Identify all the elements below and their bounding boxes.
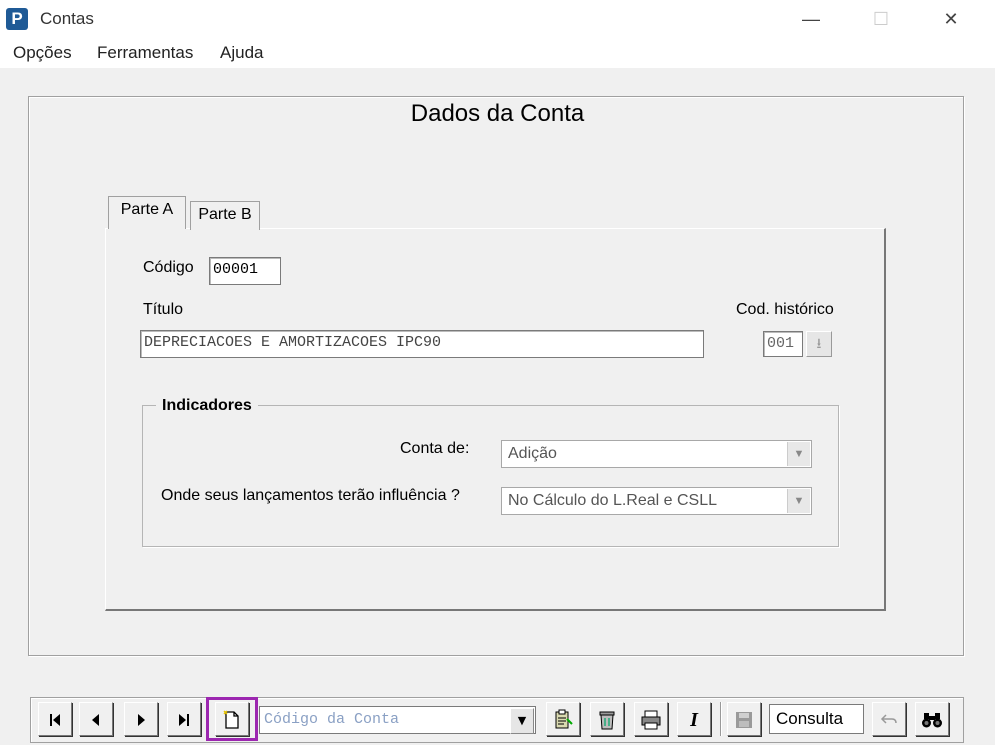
menu-opcoes[interactable]: Opções bbox=[13, 43, 72, 63]
influencia-select[interactable]: No Cálculo do L.Real e CSLL ▼ bbox=[501, 487, 812, 515]
codigo-input[interactable]: 00001 bbox=[209, 257, 281, 285]
delete-record-button[interactable] bbox=[590, 702, 624, 736]
save-icon bbox=[736, 712, 752, 728]
indicadores-groupbox bbox=[142, 405, 839, 547]
undo-button[interactable] bbox=[872, 702, 906, 736]
influencia-label: Onde seus lançamentos terão influência ? bbox=[161, 487, 460, 504]
menu-ferramentas[interactable]: Ferramentas bbox=[97, 43, 193, 63]
minimize-button[interactable]: — bbox=[788, 0, 834, 38]
undo-icon bbox=[880, 714, 897, 724]
chevron-down-icon[interactable]: ▼ bbox=[510, 708, 534, 734]
conta-de-label: Conta de: bbox=[400, 440, 470, 457]
edit-record-button[interactable] bbox=[546, 702, 580, 736]
printer-icon bbox=[641, 710, 661, 730]
save-button[interactable] bbox=[727, 702, 761, 736]
print-button[interactable] bbox=[634, 702, 668, 736]
next-record-button[interactable] bbox=[124, 702, 158, 736]
tab-parte-b[interactable]: Parte B bbox=[190, 201, 260, 230]
titulo-label: Título bbox=[143, 301, 184, 318]
trash-icon bbox=[599, 711, 615, 730]
cod-historico-label: Cod. histórico bbox=[736, 301, 834, 318]
last-icon bbox=[179, 714, 189, 726]
first-icon bbox=[50, 714, 60, 726]
toolbar-separator bbox=[720, 702, 722, 736]
conta-de-select[interactable]: Adição ▼ bbox=[501, 440, 812, 468]
last-record-button[interactable] bbox=[167, 702, 201, 736]
clipboard-icon bbox=[555, 709, 573, 729]
codigo-label: Código bbox=[143, 259, 194, 276]
title-bar: P Contas — ☐ ✕ bbox=[0, 0, 995, 38]
influencia-value: No Cálculo do L.Real e CSLL bbox=[508, 492, 718, 509]
cod-historico-dropdown-icon[interactable]: ⭳ bbox=[806, 331, 832, 357]
mode-status: Consulta bbox=[769, 704, 864, 734]
first-record-button[interactable] bbox=[38, 702, 72, 736]
indicadores-title: Indicadores bbox=[156, 397, 258, 415]
previous-icon bbox=[92, 714, 99, 726]
chevron-down-icon[interactable]: ▼ bbox=[787, 442, 810, 466]
search-code-placeholder: Código da Conta bbox=[264, 711, 400, 728]
page-title: Dados da Conta bbox=[410, 100, 585, 127]
find-button[interactable] bbox=[915, 702, 949, 736]
search-code-combo[interactable]: Código da Conta ▼ bbox=[259, 706, 536, 734]
maximize-button[interactable]: ☐ bbox=[858, 0, 904, 38]
italic-button[interactable]: I bbox=[677, 702, 711, 736]
next-icon bbox=[138, 714, 145, 726]
window-title: Contas bbox=[40, 9, 94, 28]
menu-ajuda[interactable]: Ajuda bbox=[220, 43, 263, 63]
cod-historico-input[interactable]: 001 bbox=[763, 331, 803, 357]
app-icon: P bbox=[6, 8, 28, 30]
chevron-down-icon[interactable]: ▼ bbox=[787, 489, 810, 513]
new-record-highlight bbox=[206, 697, 258, 741]
tab-parte-a[interactable]: Parte A bbox=[108, 196, 186, 229]
close-button[interactable]: ✕ bbox=[928, 0, 974, 38]
titulo-input[interactable]: DEPRECIACOES E AMORTIZACOES IPC90 bbox=[140, 330, 704, 358]
binoculars-icon bbox=[922, 713, 942, 728]
menu-bar: Opções Ferramentas Ajuda bbox=[0, 38, 995, 68]
previous-record-button[interactable] bbox=[79, 702, 113, 736]
conta-de-value: Adição bbox=[508, 445, 557, 462]
